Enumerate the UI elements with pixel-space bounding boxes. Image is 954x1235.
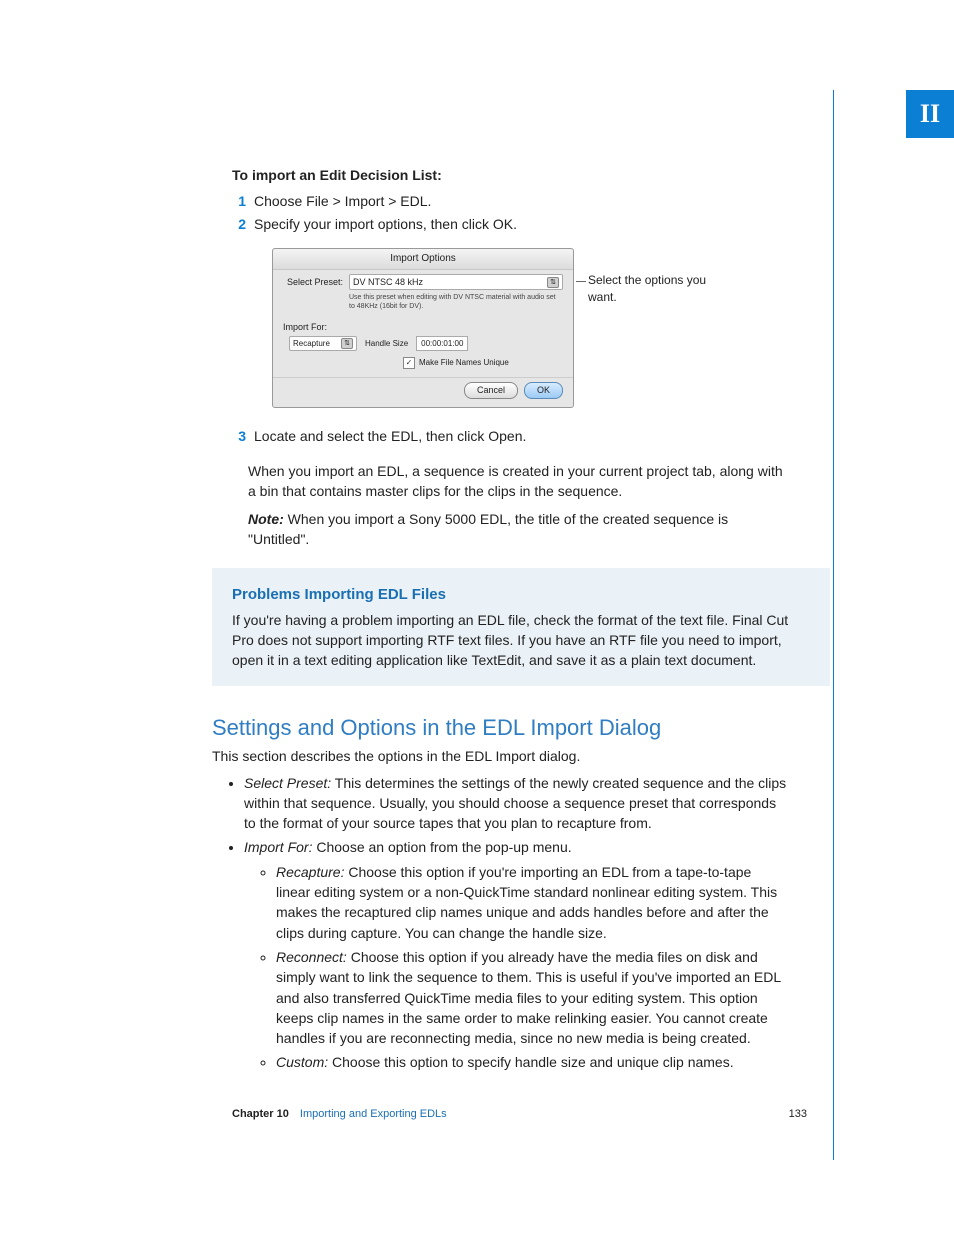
dialog-figure: Import Options Select Preset: DV NTSC 48…	[272, 248, 787, 408]
section-heading: Settings and Options in the EDL Import D…	[212, 712, 787, 744]
term-body: Choose this option if you already have t…	[276, 949, 781, 1046]
term-body: Choose this option to specify handle siz…	[328, 1054, 733, 1070]
term-recapture: Recapture:	[276, 864, 344, 880]
step-number: 2	[232, 214, 246, 234]
list-item: Reconnect: Choose this option if you alr…	[276, 947, 787, 1048]
list-item: Custom: Choose this option to specify ha…	[276, 1052, 787, 1072]
unique-names-row: ✓ Make File Names Unique	[273, 355, 573, 377]
term-reconnect: Reconnect:	[276, 949, 347, 965]
instruction-heading: To import an Edit Decision List:	[232, 165, 787, 185]
list-item: Import For: Choose an option from the po…	[244, 837, 787, 1072]
sidebar-title: Problems Importing EDL Files	[232, 584, 810, 606]
step-text: Locate and select the EDL, then click Op…	[254, 426, 787, 446]
step-text: Choose File > Import > EDL.	[254, 191, 787, 211]
checkbox-label: Make File Names Unique	[419, 357, 509, 369]
margin-rule	[833, 90, 834, 1160]
chapter-title: Importing and Exporting EDLs	[300, 1108, 447, 1120]
dialog-buttons: Cancel OK	[273, 377, 573, 399]
import-options-dialog: Import Options Select Preset: DV NTSC 48…	[272, 248, 574, 408]
checkbox-icon[interactable]: ✓	[403, 357, 415, 369]
step-text: Specify your import options, then click …	[254, 214, 787, 234]
callout-text: Select the options you want.	[588, 248, 718, 408]
footer-left: Chapter 10 Importing and Exporting EDLs	[232, 1108, 447, 1120]
select-preset-label: Select Preset:	[283, 276, 343, 289]
page-content: To import an Edit Decision List: 1 Choos…	[232, 165, 787, 1077]
term-custom: Custom:	[276, 1054, 328, 1070]
term-body: Choose this option if you're importing a…	[276, 864, 777, 941]
ordered-steps-continued: 3 Locate and select the EDL, then click …	[232, 426, 787, 446]
term-select-preset: Select Preset:	[244, 775, 331, 791]
ok-button[interactable]: OK	[524, 382, 563, 399]
import-for-row: Recapture ⇅ Handle Size 00:00:01:00	[273, 336, 573, 355]
step-3: 3 Locate and select the EDL, then click …	[232, 426, 787, 446]
section-tab: II	[906, 90, 954, 138]
step-1: 1 Choose File > Import > EDL.	[232, 191, 787, 211]
chevron-up-down-icon: ⇅	[341, 338, 353, 349]
list-item: Select Preset: This determines the setti…	[244, 773, 787, 834]
import-for-dropdown[interactable]: Recapture ⇅	[289, 336, 357, 351]
handle-size-label: Handle Size	[365, 338, 408, 350]
chevron-up-down-icon: ⇅	[547, 277, 559, 288]
preset-description: Use this preset when editing with DV NTS…	[273, 294, 573, 317]
page-number: 133	[789, 1108, 807, 1120]
import-for-value: Recapture	[293, 338, 330, 350]
step-number: 1	[232, 191, 246, 211]
dialog-title: Import Options	[273, 249, 573, 271]
note-text: When you import a Sony 5000 EDL, the tit…	[248, 511, 728, 547]
options-list: Select Preset: This determines the setti…	[228, 773, 787, 1073]
chapter-number: Chapter 10	[232, 1108, 289, 1120]
sidebar-callout: Problems Importing EDL Files If you're h…	[212, 568, 830, 687]
paragraph: When you import an EDL, a sequence is cr…	[248, 461, 787, 502]
term-import-for: Import For:	[244, 839, 312, 855]
note-paragraph: Note: When you import a Sony 5000 EDL, t…	[248, 509, 787, 550]
step-number: 3	[232, 426, 246, 446]
select-preset-dropdown[interactable]: DV NTSC 48 kHz ⇅	[349, 274, 563, 290]
note-label: Note:	[248, 511, 284, 527]
ordered-steps: 1 Choose File > Import > EDL. 2 Specify …	[232, 191, 787, 234]
cancel-button[interactable]: Cancel	[464, 382, 518, 399]
step-2: 2 Specify your import options, then clic…	[232, 214, 787, 234]
select-preset-row: Select Preset: DV NTSC 48 kHz ⇅	[273, 270, 573, 294]
sub-options-list: Recapture: Choose this option if you're …	[260, 862, 787, 1073]
section-intro: This section describes the options in th…	[212, 746, 787, 766]
list-item: Recapture: Choose this option if you're …	[276, 862, 787, 943]
sidebar-body: If you're having a problem importing an …	[232, 610, 810, 671]
import-for-label: Import For:	[273, 317, 573, 336]
handle-size-value[interactable]: 00:00:01:00	[416, 336, 468, 351]
page-footer: Chapter 10 Importing and Exporting EDLs …	[232, 1108, 807, 1120]
preset-value: DV NTSC 48 kHz	[353, 276, 423, 289]
term-body: Choose an option from the pop-up menu.	[312, 839, 571, 855]
